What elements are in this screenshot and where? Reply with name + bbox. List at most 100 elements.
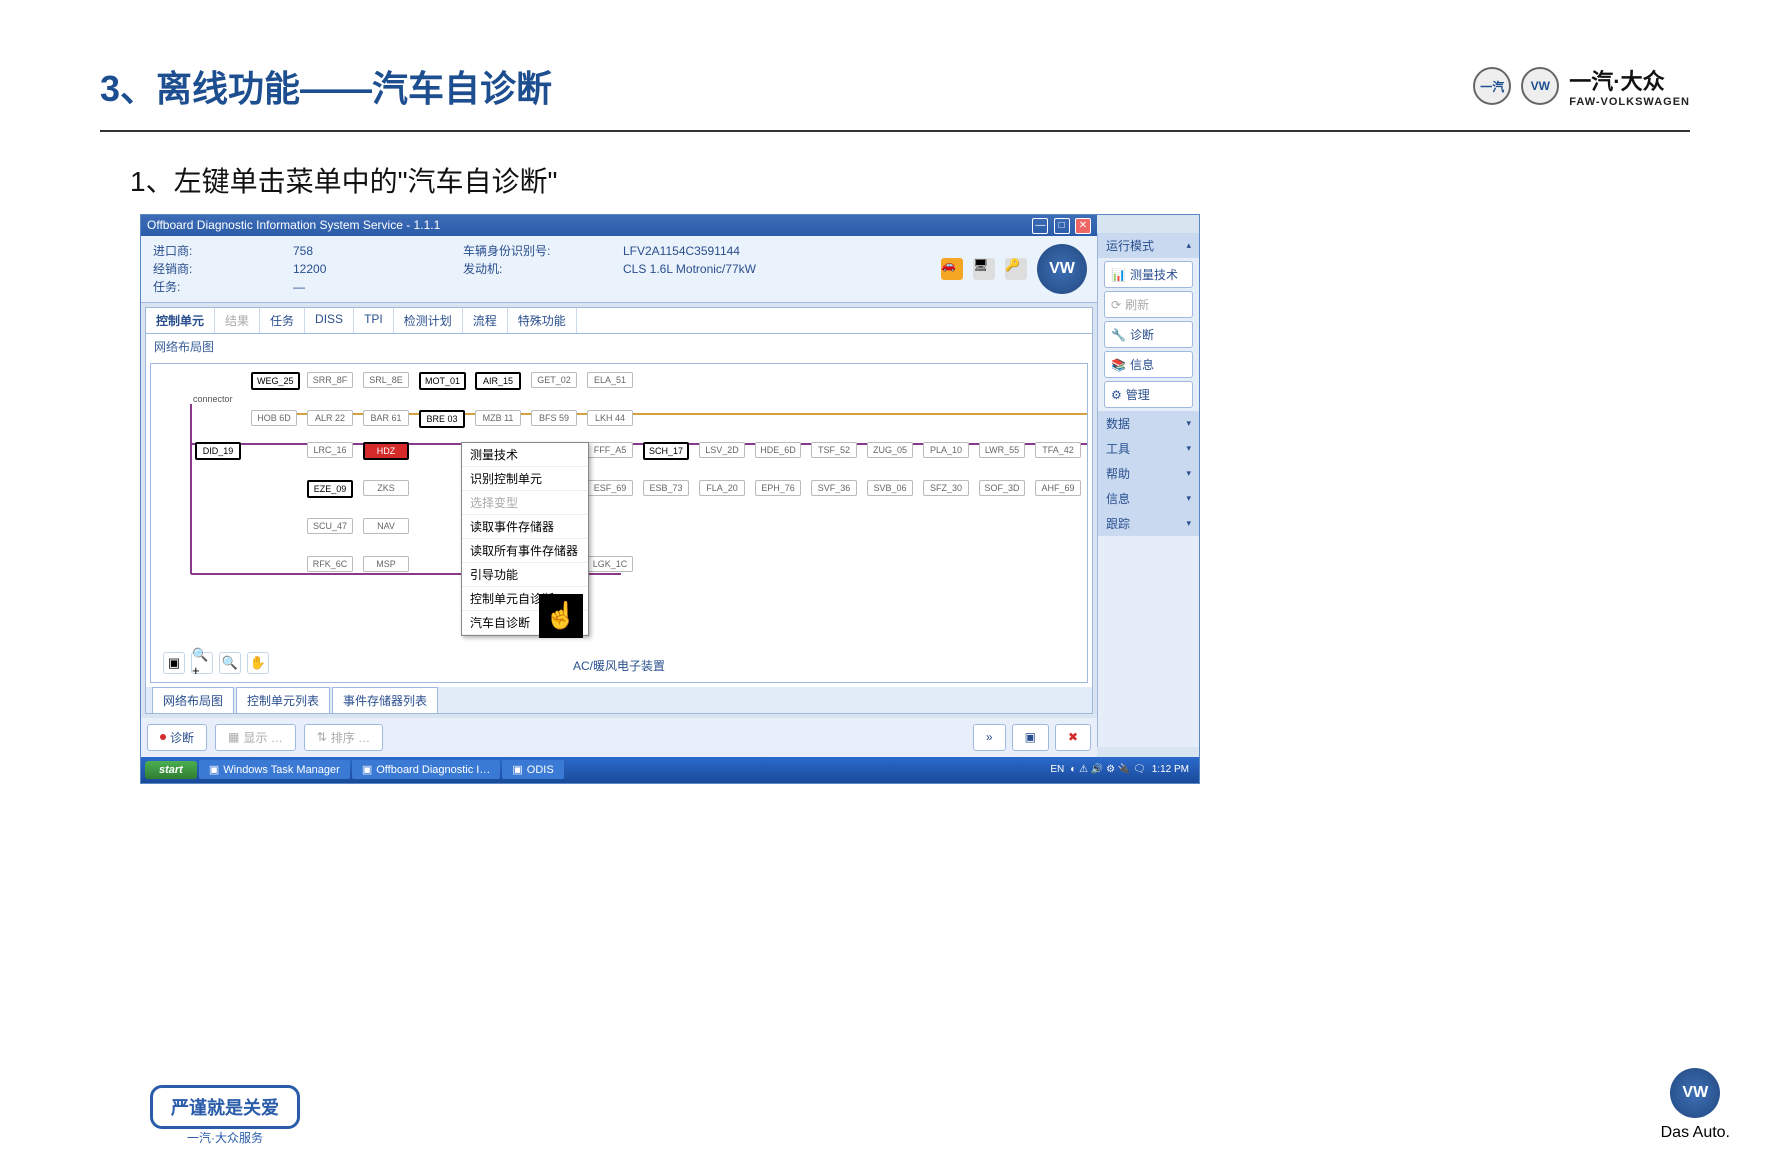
node-RFK_6C[interactable]: RFK_6C: [307, 556, 353, 572]
mode-item-2[interactable]: 🔧诊断: [1104, 321, 1193, 348]
node-PLA_10[interactable]: PLA_10: [923, 442, 969, 458]
forward-button[interactable]: »: [973, 724, 1006, 751]
section-0[interactable]: 数据▾: [1098, 411, 1199, 436]
maximize-icon[interactable]: □: [1054, 218, 1070, 234]
sub-tab-2[interactable]: 事件存储器列表: [332, 687, 438, 713]
sort-button[interactable]: ⇅ 排序 …: [304, 724, 383, 751]
node-LWR_55[interactable]: LWR_55: [979, 442, 1025, 458]
tab-7[interactable]: 特殊功能: [508, 308, 577, 333]
mode-item-4[interactable]: ⚙管理: [1104, 381, 1193, 408]
tab-3[interactable]: DISS: [305, 308, 354, 333]
key-icon[interactable]: 🔑: [1005, 258, 1027, 280]
tab-4[interactable]: TPI: [354, 308, 394, 333]
node-SOF_3D[interactable]: SOF_3D: [979, 480, 1025, 496]
minimize-icon[interactable]: —: [1032, 218, 1048, 234]
tab-5[interactable]: 检测计划: [394, 308, 463, 333]
tab-1[interactable]: 结果: [215, 308, 260, 333]
node-SVF_36[interactable]: SVF_36: [811, 480, 857, 496]
zoom-out-icon[interactable]: 🔍: [219, 652, 241, 674]
ctx-item-5[interactable]: 引导功能: [462, 563, 588, 587]
section-4[interactable]: 跟踪▾: [1098, 511, 1199, 536]
node-HDE_6D[interactable]: HDE_6D: [755, 442, 801, 458]
car-icon[interactable]: 🚗: [941, 258, 963, 280]
node-BFS 59[interactable]: BFS 59: [531, 410, 577, 426]
node-MZB 11[interactable]: MZB 11: [475, 410, 521, 426]
node-SCU_47[interactable]: SCU_47: [307, 518, 353, 534]
net-icon[interactable]: 🖥: [973, 258, 995, 280]
hand-tool-icon[interactable]: ✋: [247, 652, 269, 674]
node-LKH 44[interactable]: LKH 44: [587, 410, 633, 426]
node-SCH_17[interactable]: SCH_17: [643, 442, 689, 460]
node-MOT_01[interactable]: MOT_01: [419, 372, 466, 390]
ctx-item-3[interactable]: 读取事件存储器: [462, 515, 588, 539]
cancel-button[interactable]: ✖: [1055, 724, 1091, 751]
ctx-item-0[interactable]: 测量技术: [462, 443, 588, 467]
node-SFZ_30[interactable]: SFZ_30: [923, 480, 969, 496]
node-ZUG_05[interactable]: ZUG_05: [867, 442, 913, 458]
close-icon[interactable]: ✕: [1075, 218, 1091, 234]
importer-label: 进口商:: [153, 242, 263, 260]
node-SRR_8F[interactable]: SRR_8F: [307, 372, 353, 388]
chevron-down-icon: ▾: [1186, 468, 1191, 479]
taskbar-item-2[interactable]: ▣ODIS: [502, 760, 563, 779]
node-ELA_51[interactable]: ELA_51: [587, 372, 633, 388]
sub-tab-0[interactable]: 网络布局图: [152, 687, 234, 713]
taskbar-item-1[interactable]: ▣Offboard Diagnostic I…: [352, 760, 501, 779]
taskbar-item-0[interactable]: ▣Windows Task Manager: [199, 760, 350, 779]
tab-0[interactable]: 控制单元: [146, 308, 215, 333]
chevron-down-icon: ▾: [1186, 418, 1191, 429]
sub-tab-1[interactable]: 控制单元列表: [236, 687, 330, 713]
slide-title: 3、离线功能——汽车自诊断 一汽 VW 一汽·大众 FAW-VOLKSWAGEN: [100, 60, 1690, 132]
node-HOB 6D[interactable]: HOB 6D: [251, 410, 297, 426]
node-FLA_20[interactable]: FLA_20: [699, 480, 745, 496]
node-ESB_73[interactable]: ESB_73: [643, 480, 689, 496]
node-TFA_42[interactable]: TFA_42: [1035, 442, 1081, 458]
zoom-in-icon[interactable]: 🔍+: [191, 652, 213, 674]
node-ESF_69[interactable]: ESF_69: [587, 480, 633, 496]
start-button[interactable]: start: [145, 761, 197, 779]
ctx-item-1[interactable]: 识别控制单元: [462, 467, 588, 491]
node-DID_19[interactable]: DID_19: [195, 442, 241, 460]
section-3[interactable]: 信息▾: [1098, 486, 1199, 511]
node-EZE_09[interactable]: EZE_09: [307, 480, 353, 498]
fit-button[interactable]: ▣: [1012, 724, 1049, 751]
mode-item-0[interactable]: 📊测量技术: [1104, 261, 1193, 288]
node-GET_02[interactable]: GET_02: [531, 372, 577, 388]
tray-icons[interactable]: ◐ ⚠ 🔊 ⚙ 🔌 🗨: [1070, 764, 1145, 775]
ctx-item-4[interactable]: 读取所有事件存储器: [462, 539, 588, 563]
tab-6[interactable]: 流程: [463, 308, 508, 333]
node-NAV[interactable]: NAV: [363, 518, 409, 534]
section-2[interactable]: 帮助▾: [1098, 461, 1199, 486]
mode-item-3[interactable]: 📚信息: [1104, 351, 1193, 378]
node-BRE 03[interactable]: BRE 03: [419, 410, 465, 428]
node-AHF_69[interactable]: AHF_69: [1035, 480, 1081, 496]
node-BAR 61[interactable]: BAR 61: [363, 410, 409, 426]
clock[interactable]: 1:12 PM: [1152, 764, 1189, 775]
tab-2[interactable]: 任务: [260, 308, 305, 333]
node-HDZ[interactable]: HDZ: [363, 442, 409, 460]
node-ZKS[interactable]: ZKS: [363, 480, 409, 496]
node-WEG_25[interactable]: WEG_25: [251, 372, 300, 390]
stamp-sub: 一汽·大众服务: [150, 1129, 300, 1146]
node-LSV_2D[interactable]: LSV_2D: [699, 442, 745, 458]
network-canvas[interactable]: connector WEG_25SRR_8FSRL_8EMOT_01AIR_15…: [150, 363, 1088, 683]
diagnose-button[interactable]: 诊断: [147, 724, 207, 751]
node-AIR_15[interactable]: AIR_15: [475, 372, 521, 390]
node-TSF_52[interactable]: TSF_52: [811, 442, 857, 458]
node-FFF_A5[interactable]: FFF_A5: [587, 442, 633, 458]
dealer-value: 12200: [293, 260, 326, 278]
section-1[interactable]: 工具▾: [1098, 436, 1199, 461]
node-LRC_16[interactable]: LRC_16: [307, 442, 353, 458]
show-button[interactable]: ▦ 显示 …: [215, 724, 296, 751]
node-SVB_06[interactable]: SVB_06: [867, 480, 913, 496]
mode-header[interactable]: 运行模式▴: [1098, 233, 1199, 258]
system-tray[interactable]: EN ◐ ⚠ 🔊 ⚙ 🔌 🗨 1:12 PM: [1044, 764, 1195, 775]
canvas-title: 网络布局图: [146, 334, 1092, 359]
node-LGK_1C[interactable]: LGK_1C: [587, 556, 633, 572]
lang-indicator[interactable]: EN: [1050, 764, 1064, 775]
node-MSP[interactable]: MSP: [363, 556, 409, 572]
node-EPH_76[interactable]: EPH_76: [755, 480, 801, 496]
node-ALR 22[interactable]: ALR 22: [307, 410, 353, 426]
select-rect-icon[interactable]: ▣: [163, 652, 185, 674]
node-SRL_8E[interactable]: SRL_8E: [363, 372, 409, 388]
